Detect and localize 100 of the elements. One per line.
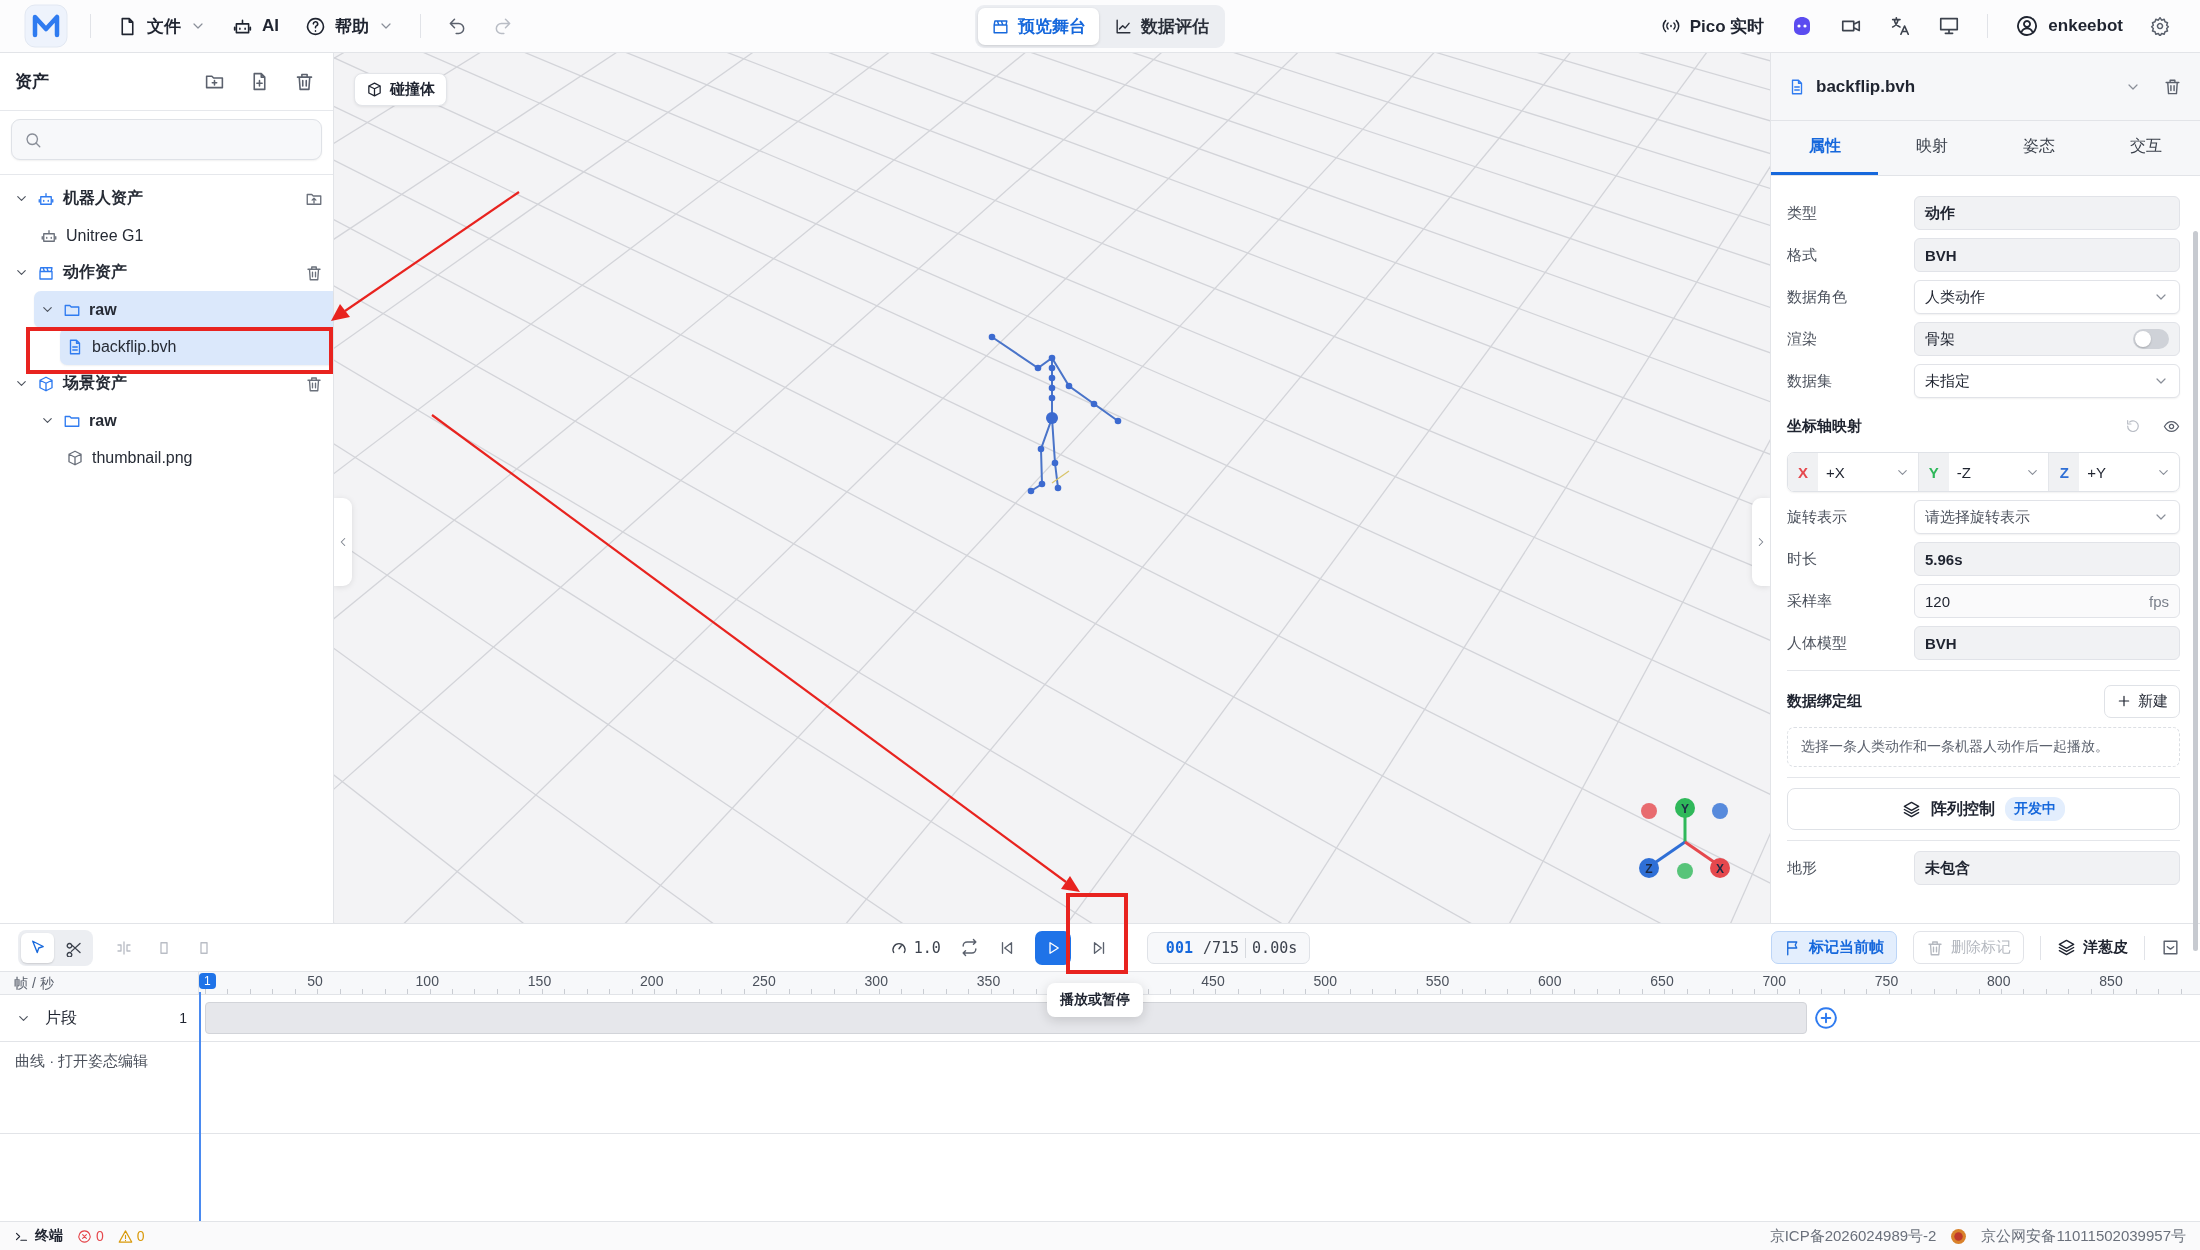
- field-label: 数据角色: [1787, 287, 1848, 307]
- dropdown[interactable]: 请选择旋转表示: [1914, 500, 2180, 534]
- field-label: 时长: [1787, 549, 1818, 569]
- ruler-label: 850: [2099, 973, 2123, 989]
- translate-icon[interactable]: [1889, 15, 1912, 37]
- tree-item[interactable]: raw: [34, 291, 333, 328]
- axis-value: -Z: [1956, 463, 1972, 481]
- logo-icon[interactable]: [24, 4, 68, 48]
- current-frame: 001: [1165, 938, 1193, 957]
- ruler-label: 450: [1201, 973, 1225, 989]
- mark-frame-button[interactable]: 标记当前帧: [1771, 931, 1897, 964]
- live-button[interactable]: Pico 实时: [1660, 14, 1765, 38]
- tree-item[interactable]: 动作资产: [8, 254, 333, 291]
- user-icon: [2015, 14, 2040, 38]
- ruler-label: 250: [752, 973, 776, 989]
- input-field[interactable]: 120 fps: [1914, 584, 2180, 618]
- track-count: 1: [179, 1010, 187, 1026]
- search-icon: [24, 130, 42, 149]
- tree-label: raw: [89, 411, 118, 430]
- trash-icon[interactable]: [305, 263, 323, 282]
- axis-handle[interactable]: [1639, 858, 1659, 878]
- police-record-link[interactable]: 京公网安备11011502039957号: [1981, 1226, 2186, 1246]
- inspector-tab[interactable]: 交互: [2092, 121, 2200, 175]
- axis-dropdown[interactable]: X +X: [1788, 453, 1919, 491]
- panel-icon[interactable]: [2161, 938, 2180, 957]
- field-label: 采样率: [1787, 591, 1833, 611]
- mode-tab[interactable]: 预览舞台: [978, 7, 1099, 45]
- monitor-icon[interactable]: [1938, 15, 1961, 37]
- icp-link[interactable]: 京ICP备2026024989号-2: [1769, 1226, 1937, 1246]
- axis-letter: Z: [2049, 453, 2080, 491]
- add-icon[interactable]: [1813, 1005, 1839, 1031]
- menu-button[interactable]: 帮助: [305, 14, 394, 38]
- field-label: 渲染: [1787, 329, 1818, 349]
- help-icon: [305, 15, 326, 37]
- tree-item[interactable]: 机器人资产: [8, 180, 333, 217]
- tree-item[interactable]: 场景资产: [8, 365, 333, 402]
- current-time: 0.00s: [1252, 938, 1298, 957]
- inspector-tab[interactable]: 属性: [1771, 121, 1879, 175]
- terminal-button[interactable]: 终端: [14, 1227, 63, 1245]
- search-field[interactable]: [11, 119, 322, 160]
- section-title: 数据绑定组: [1787, 691, 1862, 711]
- input-value: 120: [1925, 592, 1952, 610]
- axis-handle[interactable]: [1675, 798, 1695, 818]
- axis-lines-drawing: [1655, 817, 1715, 864]
- field-label: 格式: [1787, 245, 1818, 265]
- ruler-label: 750: [1874, 973, 1899, 989]
- settings-icon[interactable]: [2150, 16, 2170, 36]
- mode-tab[interactable]: 数据评估: [1101, 7, 1222, 45]
- menu-button[interactable]: 文件: [117, 14, 206, 38]
- tree-item[interactable]: thumbnail.png: [60, 439, 333, 476]
- collapse-handle[interactable]: [1752, 498, 1770, 586]
- ruler-label: 800: [1987, 973, 2011, 989]
- axis-dot[interactable]: [1677, 863, 1693, 879]
- axis-dot[interactable]: [1712, 803, 1728, 819]
- tree-label: raw: [89, 300, 118, 319]
- menu-button[interactable]: AI: [232, 15, 279, 37]
- field-label: 旋转表示: [1787, 507, 1848, 527]
- dropdown[interactable]: 人类动作: [1914, 280, 2180, 314]
- ruler-label: 50: [307, 973, 323, 989]
- hint-text: 选择一条人类动作和一条机器人动作后一起播放。: [1787, 727, 2180, 767]
- toggle-switch[interactable]: [2133, 329, 2169, 349]
- axis-dropdown[interactable]: Z +Y: [2049, 453, 2179, 491]
- collapse-handle[interactable]: [334, 498, 352, 586]
- track-label: 片段: [45, 1007, 78, 1028]
- ruler-label: 650: [1650, 973, 1674, 989]
- readonly-field: 未包含: [1914, 851, 2180, 885]
- axis-handle[interactable]: [1710, 858, 1730, 878]
- speed-button[interactable]: 1.0: [889, 938, 941, 957]
- dropdown-value: 人类动作: [1925, 287, 1986, 307]
- ruler-label: 600: [1538, 973, 1562, 989]
- new-button[interactable]: 新建: [2104, 684, 2180, 718]
- user-button[interactable]: enkeebot: [2015, 14, 2123, 38]
- onion-skin-button[interactable]: 洋葱皮: [2057, 938, 2128, 957]
- plus-icon: [2116, 693, 2132, 709]
- curve-editor-link[interactable]: 曲线 · 打开姿态编辑: [15, 1052, 149, 1069]
- playhead-marker[interactable]: 1: [199, 973, 216, 989]
- tree-item[interactable]: Unitree G1: [34, 217, 333, 254]
- dropdown[interactable]: 未指定: [1914, 364, 2180, 398]
- undo-icon[interactable]: [447, 16, 467, 36]
- tree-label: thumbnail.png: [92, 448, 194, 467]
- inspector-tab[interactable]: 映射: [1878, 121, 1986, 175]
- ruler-label: 150: [527, 973, 552, 989]
- axis-dot[interactable]: [1641, 803, 1657, 819]
- trash-icon[interactable]: [305, 374, 323, 393]
- button-label: 阵列控制: [1931, 798, 1995, 819]
- field-label: 人体模型: [1787, 633, 1848, 653]
- inspector-tab[interactable]: 姿态: [1985, 121, 2093, 175]
- file-title: backflip.bvh: [1816, 76, 1917, 97]
- field-label: 地形: [1787, 858, 1818, 878]
- error-count: 0: [96, 1228, 104, 1244]
- collider-button[interactable]: 碰撞体: [354, 73, 447, 106]
- trash-icon[interactable]: [2163, 77, 2182, 96]
- scrollbar[interactable]: [2193, 231, 2198, 951]
- trash-icon[interactable]: [294, 71, 315, 92]
- array-control-button[interactable]: 阵列控制 开发中: [1787, 788, 2180, 830]
- tool-button[interactable]: [21, 932, 54, 963]
- tree-label: 机器人资产: [63, 188, 144, 208]
- axis-dropdown[interactable]: Y -Z: [1918, 453, 2050, 491]
- tree-item[interactable]: raw: [34, 402, 333, 439]
- readonly-field: 5.96s: [1914, 542, 2180, 576]
